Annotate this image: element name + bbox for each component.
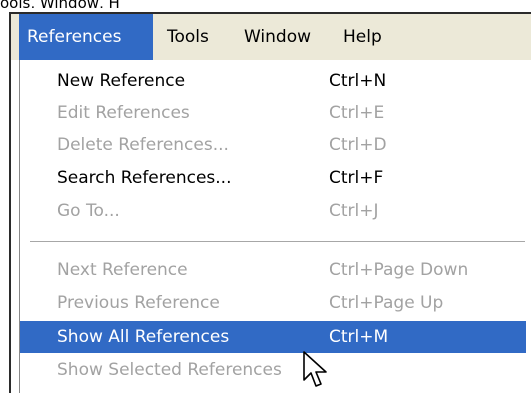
references-dropdown-menu: New Reference Ctrl+N Edit References Ctr… [19, 60, 531, 393]
menu-item-label: Previous Reference [57, 293, 220, 313]
screenshot-stage: ools, Window, H References Tools Window … [0, 0, 531, 393]
menu-item-search-references[interactable]: Search References... Ctrl+F [20, 162, 526, 194]
menu-separator [30, 241, 525, 243]
menu-item-go-to[interactable]: Go To... Ctrl+J [20, 195, 526, 227]
menu-item-edit-references[interactable]: Edit References Ctrl+E [20, 97, 526, 129]
menu-item-label: Delete References... [57, 135, 229, 155]
background-text-fragment: ools, Window, H [0, 0, 140, 8]
menu-item-shortcut: Ctrl+D [329, 135, 387, 155]
menu-item-new-reference[interactable]: New Reference Ctrl+N [20, 65, 526, 97]
menu-item-next-reference[interactable]: Next Reference Ctrl+Page Down [20, 254, 526, 286]
menu-item-label: Edit References [57, 103, 190, 123]
menubar-window[interactable]: Window [236, 14, 330, 60]
menu-bar: References Tools Window Help [11, 14, 531, 60]
menu-item-show-selected-references[interactable]: Show Selected References [20, 354, 526, 386]
menu-item-shortcut: Ctrl+E [329, 103, 385, 123]
menu-item-shortcut: Ctrl+F [329, 168, 384, 188]
menu-item-label: New Reference [57, 71, 186, 91]
menu-item-shortcut: Ctrl+M [329, 327, 389, 347]
menu-item-label: Show All References [57, 327, 230, 347]
menu-item-label: Go To... [57, 201, 120, 221]
menu-item-shortcut: Ctrl+N [329, 71, 387, 91]
menu-item-label: Search References... [57, 168, 232, 188]
menu-item-delete-references[interactable]: Delete References... Ctrl+D [20, 129, 526, 161]
menu-item-show-all-references[interactable]: Show All References Ctrl+M [20, 321, 526, 353]
menu-item-shortcut: Ctrl+J [329, 201, 379, 221]
menu-item-shortcut: Ctrl+Page Up [329, 293, 444, 313]
mouse-pointer-icon [303, 351, 327, 387]
menu-item-shortcut: Ctrl+Page Down [329, 260, 469, 280]
menu-item-label: Show Selected References [57, 360, 282, 380]
menubar-help[interactable]: Help [335, 14, 395, 60]
menu-item-label: Next Reference [57, 260, 188, 280]
menu-item-previous-reference[interactable]: Previous Reference Ctrl+Page Up [20, 287, 526, 319]
menubar-tools[interactable]: Tools [159, 14, 231, 60]
menubar-references[interactable]: References [19, 14, 153, 60]
